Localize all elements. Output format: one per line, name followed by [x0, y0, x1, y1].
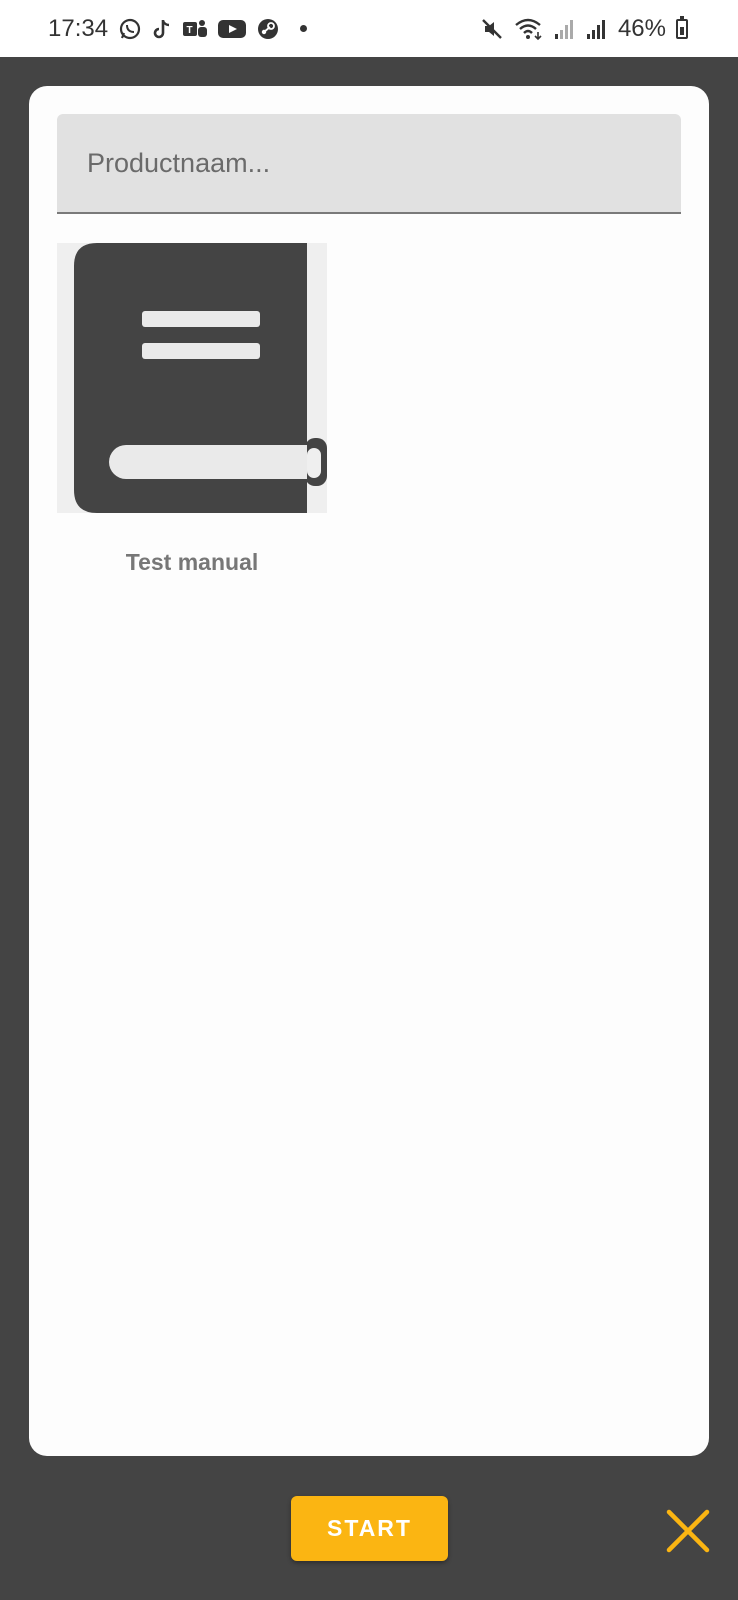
status-bar: 17:34 T 46% [0, 0, 738, 57]
close-button[interactable] [666, 1509, 710, 1553]
book-icon [74, 243, 327, 513]
more-notifications-dot [300, 25, 308, 32]
product-name: Test manual [125, 549, 259, 575]
signal-icon-2 [586, 18, 608, 40]
search-input[interactable] [57, 114, 681, 212]
battery-icon [676, 15, 688, 39]
product-thumbnail [57, 243, 327, 513]
steam-icon [256, 17, 280, 41]
status-right: 46% [480, 15, 688, 43]
status-left: 17:34 T [48, 14, 308, 43]
whatsapp-icon [118, 17, 142, 41]
mute-icon [480, 17, 504, 41]
signal-icon [554, 18, 576, 40]
battery-percent: 46% [617, 14, 666, 42]
tiktok-icon [152, 18, 172, 40]
close-icon [666, 1509, 710, 1553]
start-button[interactable]: START [291, 1496, 448, 1561]
teams-icon: T [182, 18, 208, 40]
search-field[interactable] [57, 114, 681, 214]
product-selector-card: Test manual [29, 86, 709, 1456]
product-tile[interactable]: Test manual [57, 243, 327, 576]
youtube-icon [218, 19, 247, 39]
clock: 17:34 [48, 14, 109, 42]
wifi-icon [514, 17, 544, 41]
svg-text:T: T [187, 25, 193, 36]
